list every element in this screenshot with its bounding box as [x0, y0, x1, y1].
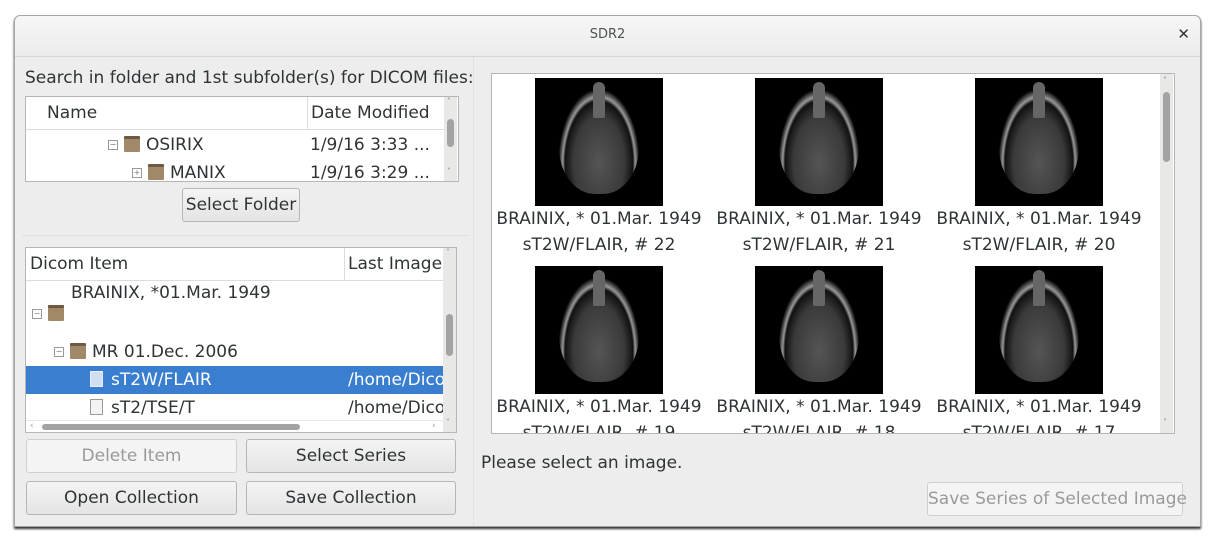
image-patient-caption: BRAINIX, * 01.Mar. 1949 [496, 209, 702, 229]
save-series-selected-image-button[interactable]: Save Series of Selected Image [927, 482, 1187, 516]
series-path: /home/Dicor [348, 370, 453, 390]
file-icon [90, 371, 103, 387]
folder-icon [148, 164, 164, 180]
column-header-name[interactable]: Name [26, 97, 308, 130]
mri-thumbnail[interactable] [975, 78, 1103, 206]
scroll-left-icon[interactable]: ‹ [30, 421, 34, 431]
delete-item-button[interactable]: Delete Item [26, 439, 237, 473]
image-patient-caption: BRAINIX, * 01.Mar. 1949 [716, 397, 922, 417]
close-icon[interactable]: ✕ [1177, 25, 1190, 43]
gallery-image[interactable]: BRAINIX, * 01.Mar. 1949 sT2W/FLAIR, # 17 [929, 266, 1149, 433]
save-collection-button[interactable]: Save Collection [246, 481, 456, 515]
scrollbar-thumb[interactable] [1163, 92, 1170, 162]
dicom-tree-hscrollbar[interactable]: ‹ › [26, 420, 443, 432]
folder-name: OSIRIX [146, 135, 204, 155]
window-title: SDR2 [589, 27, 626, 42]
scrollbar-thumb[interactable] [446, 314, 453, 356]
scroll-down-icon[interactable]: ˅ [1163, 418, 1167, 427]
pane-divider[interactable] [473, 56, 474, 526]
scroll-up-icon[interactable]: ˄ [447, 97, 451, 106]
select-series-button[interactable]: Select Series [246, 439, 456, 473]
dicom-tree-vscrollbar[interactable]: ˄ ˅ [443, 248, 456, 432]
file-icon [90, 399, 103, 415]
mri-thumbnail[interactable] [755, 266, 883, 394]
title-bar[interactable]: SDR2 ✕ [15, 16, 1200, 57]
image-patient-caption: BRAINIX, * 01.Mar. 1949 [716, 209, 922, 229]
folder-icon [48, 305, 64, 321]
column-header-dicom-item[interactable]: Dicom Item [26, 248, 345, 281]
scroll-down-icon[interactable]: ˅ [446, 418, 450, 427]
image-series-caption: sT2W/FLAIR, # 21 [742, 235, 896, 255]
tree-row-series-selected[interactable]: sT2W/FLAIR /home/Dicor [26, 366, 452, 394]
column-header-date-modified[interactable]: Date Modified [308, 97, 444, 130]
gallery-grid: BRAINIX, * 01.Mar. 1949 sT2W/FLAIR, # 22… [492, 74, 1160, 433]
gallery-image[interactable]: BRAINIX, * 01.Mar. 1949 sT2W/FLAIR, # 21 [709, 78, 929, 258]
image-series-caption: sT2W/FLAIR, # 17 [962, 423, 1116, 433]
image-gallery[interactable]: BRAINIX, * 01.Mar. 1949 sT2W/FLAIR, # 22… [491, 73, 1175, 434]
folder-icon [124, 136, 140, 152]
series-label: sT2/TSE/T [111, 398, 195, 418]
image-patient-caption: BRAINIX, * 01.Mar. 1949 [936, 397, 1142, 417]
image-series-caption: sT2W/FLAIR, # 22 [522, 235, 676, 255]
folder-tree[interactable]: Name Date Modified − OSIRIX 1/9/16 3:33 .… [25, 96, 459, 182]
image-patient-caption: BRAINIX, * 01.Mar. 1949 [936, 209, 1142, 229]
folder-icon [70, 343, 86, 359]
folder-tree-scrollbar[interactable]: ˄ ˅ [444, 97, 457, 181]
collapse-icon[interactable]: − [108, 140, 118, 150]
image-series-caption: sT2W/FLAIR, # 18 [742, 423, 896, 433]
open-collection-button[interactable]: Open Collection [26, 481, 237, 515]
gallery-image[interactable]: BRAINIX, * 01.Mar. 1949 sT2W/FLAIR, # 18 [709, 266, 929, 433]
image-series-caption: sT2W/FLAIR, # 19 [522, 423, 676, 433]
expand-icon[interactable]: + [132, 168, 142, 178]
mri-thumbnail[interactable] [975, 266, 1103, 394]
study-label: MR 01.Dec. 2006 [92, 342, 238, 362]
mri-thumbnail[interactable] [755, 78, 883, 206]
scroll-up-icon[interactable]: ˄ [446, 248, 450, 257]
gallery-scrollbar[interactable]: ˄ ˅ [1160, 74, 1173, 433]
gallery-image[interactable]: BRAINIX, * 01.Mar. 1949 sT2W/FLAIR, # 19 [492, 266, 709, 433]
image-series-caption: sT2W/FLAIR, # 20 [962, 235, 1116, 255]
scroll-up-icon[interactable]: ˄ [1163, 76, 1167, 85]
scrollbar-thumb[interactable] [447, 119, 454, 147]
scroll-down-icon[interactable]: ˅ [447, 167, 451, 176]
mri-thumbnail[interactable] [535, 266, 663, 394]
tree-row-study[interactable]: − MR 01.Dec. 2006 [26, 338, 443, 366]
collapse-icon[interactable]: − [54, 347, 64, 357]
hscrollbar-thumb[interactable] [42, 424, 300, 430]
series-path: /home/Dicor [348, 398, 453, 418]
folder-row[interactable]: + MANIX 1/9/16 3:29 ... [26, 159, 444, 182]
folder-name: MANIX [170, 163, 226, 182]
select-folder-button[interactable]: Select Folder [182, 188, 300, 222]
folder-date: 1/9/16 3:33 ... [310, 135, 430, 155]
collapse-icon[interactable]: − [32, 309, 42, 319]
status-message: Please select an image. [481, 453, 683, 473]
section-divider [23, 235, 469, 236]
column-header-last-image[interactable]: Last Image l [345, 248, 443, 281]
search-folder-label: Search in folder and 1st subfolder(s) fo… [25, 68, 474, 88]
scroll-right-icon[interactable]: › [432, 421, 436, 431]
mri-thumbnail[interactable] [535, 78, 663, 206]
folder-date: 1/9/16 3:29 ... [310, 163, 430, 182]
sdr2-window: SDR2 ✕ Search in folder and 1st subfolde… [14, 15, 1201, 527]
folder-row[interactable]: − OSIRIX 1/9/16 3:33 ... [26, 131, 444, 159]
patient-label: BRAINIX, *01.Mar. 1949 [71, 283, 271, 303]
tree-row-patient[interactable]: − BRAINIX, *01.Mar. 1949 [26, 282, 443, 338]
gallery-image[interactable]: BRAINIX, * 01.Mar. 1949 sT2W/FLAIR, # 22 [492, 78, 709, 258]
dicom-item-tree[interactable]: Dicom Item Last Image l − BRAINIX, *01.M… [25, 247, 457, 433]
gallery-image[interactable]: BRAINIX, * 01.Mar. 1949 sT2W/FLAIR, # 20 [929, 78, 1149, 258]
tree-row-series[interactable]: sT2/TSE/T /home/Dicor [26, 394, 452, 422]
series-label: sT2W/FLAIR [111, 370, 212, 390]
image-patient-caption: BRAINIX, * 01.Mar. 1949 [496, 397, 702, 417]
